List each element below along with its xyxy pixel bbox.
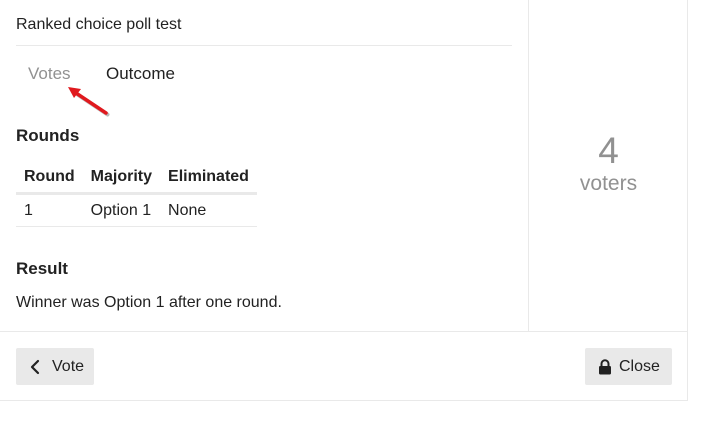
red-arrow-annotation-icon — [68, 87, 110, 117]
poll-footer: Vote Close — [0, 331, 687, 400]
cell-majority: Option 1 — [82, 193, 161, 227]
result-text: Winner was Option 1 after one round. — [16, 294, 282, 311]
cell-eliminated: None — [160, 193, 257, 227]
vote-button[interactable]: Vote — [16, 348, 94, 385]
title-divider — [16, 45, 512, 46]
close-button-label: Close — [619, 358, 660, 375]
voters-label: voters — [579, 172, 638, 195]
poll-container: Ranked choice poll test Votes Outcome Ro… — [0, 0, 688, 401]
table-row: 1 Option 1 None — [16, 193, 257, 227]
result-heading: Result — [16, 259, 68, 278]
poll-info-sidebar: 4 voters — [528, 0, 687, 331]
lock-icon — [598, 358, 612, 375]
poll-title: Ranked choice poll test — [16, 16, 182, 33]
poll-main: Ranked choice poll test Votes Outcome Ro… — [0, 0, 528, 331]
cell-round: 1 — [16, 193, 83, 227]
rounds-heading: Rounds — [16, 126, 80, 145]
chevron-left-icon — [30, 359, 40, 375]
tab-outcome[interactable]: Outcome — [106, 63, 175, 85]
table-header-row: Round Majority Eliminated — [16, 163, 257, 195]
close-button[interactable]: Close — [585, 348, 672, 385]
column-header-eliminated: Eliminated — [160, 163, 257, 195]
column-header-round: Round — [16, 163, 83, 195]
voters-count: 4 — [598, 130, 619, 171]
rounds-table: Round Majority Eliminated 1 Option 1 Non… — [16, 163, 257, 227]
vote-button-label: Vote — [52, 358, 85, 375]
column-header-majority: Majority — [82, 163, 161, 195]
